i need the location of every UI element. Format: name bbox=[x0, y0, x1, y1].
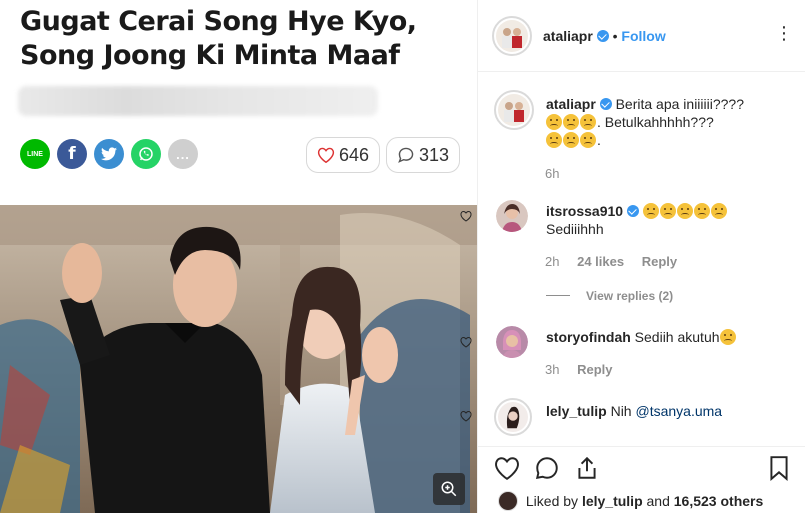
verified-icon bbox=[599, 98, 612, 110]
more-options-icon[interactable]: ⋮ bbox=[775, 24, 794, 42]
comments-count-value: 313 bbox=[418, 144, 450, 165]
twitter-share-icon bbox=[94, 139, 124, 169]
author-avatar[interactable] bbox=[492, 16, 532, 56]
comment-username[interactable]: lely_tulip bbox=[546, 403, 607, 419]
comment-body: Sediiihhh bbox=[546, 221, 604, 237]
photo-illustration bbox=[0, 205, 477, 513]
reply-button[interactable]: Reply bbox=[577, 362, 612, 377]
liked-by-prefix: Liked by bbox=[525, 493, 582, 509]
article-like-count: 646 bbox=[306, 137, 380, 173]
comment-time[interactable]: 2h bbox=[545, 254, 559, 269]
header-author-line: ataliapr • Follow bbox=[543, 28, 666, 44]
avatar-image bbox=[496, 200, 528, 232]
view-replies-label: View replies (2) bbox=[586, 289, 674, 303]
zoom-in-icon bbox=[441, 481, 457, 497]
crying-face-icon bbox=[676, 203, 693, 219]
caption-line-2: . Betulkahhhhh??? bbox=[597, 114, 714, 130]
comment-icon[interactable] bbox=[534, 455, 560, 481]
comment-username[interactable]: storyofindah bbox=[546, 329, 631, 345]
sad-face-icon bbox=[719, 329, 736, 345]
twitter-bird-icon bbox=[101, 147, 117, 161]
post-actions-bar: Liked by lely_tulip and 16,523 others bbox=[478, 446, 805, 513]
verified-icon bbox=[626, 205, 639, 217]
headline-line-2: Song Joong Ki Minta Maaf bbox=[20, 40, 400, 71]
header-username[interactable]: ataliapr bbox=[543, 28, 593, 44]
comment-text: storyofindah Sediih akutuh bbox=[546, 328, 778, 346]
caption-text: ataliapr Berita apa iniiiiii???? . Betul… bbox=[546, 95, 778, 149]
sad-face-icon bbox=[546, 114, 562, 130]
replies-divider bbox=[546, 295, 570, 296]
comment-bubble-icon bbox=[398, 147, 414, 163]
commenter-avatar[interactable] bbox=[496, 200, 528, 232]
crying-face-icon bbox=[693, 203, 710, 219]
comment-text: itsrossa910 Sediiihhh bbox=[546, 202, 778, 238]
avatar-image bbox=[496, 326, 528, 358]
article-headline: Gugat Cerai Song Hye Kyo, Song Joong Ki … bbox=[20, 5, 460, 73]
article-comment-count: 313 bbox=[386, 137, 460, 173]
blurred-byline bbox=[18, 86, 378, 116]
comment-likes[interactable]: 24 likes bbox=[577, 254, 624, 269]
caption-username[interactable]: ataliapr bbox=[546, 96, 596, 112]
liker-username[interactable]: lely_tulip bbox=[582, 493, 643, 509]
bookmark-icon[interactable] bbox=[768, 455, 790, 481]
comment-text: lely_tulip Nih @tsanya.uma bbox=[546, 402, 778, 420]
post-media: Gugat Cerai Song Hye Kyo, Song Joong Ki … bbox=[0, 0, 477, 513]
caption-line-1: Berita apa iniiiiii???? bbox=[615, 96, 745, 112]
headline-line-1: Gugat Cerai Song Hye Kyo, bbox=[20, 6, 417, 37]
caption-avatar[interactable] bbox=[494, 90, 534, 130]
commenter-avatar[interactable] bbox=[496, 326, 528, 358]
sad-face-icon bbox=[580, 114, 596, 130]
share-buttons: LINE f ... bbox=[20, 139, 198, 169]
verified-icon bbox=[596, 30, 609, 42]
comment-username[interactable]: itsrossa910 bbox=[546, 203, 623, 219]
sad-face-icon bbox=[546, 132, 562, 148]
share-icon[interactable] bbox=[574, 455, 600, 481]
liked-by-and: and bbox=[642, 493, 674, 509]
more-share-icon: ... bbox=[168, 139, 198, 169]
liker-avatar[interactable] bbox=[498, 491, 518, 511]
line-share-icon: LINE bbox=[20, 139, 50, 169]
couple-photo bbox=[0, 205, 477, 513]
comment-body: Sediih akutuh bbox=[634, 329, 720, 345]
view-replies-button[interactable]: View replies (2) bbox=[546, 289, 673, 303]
avatar-image bbox=[498, 94, 530, 126]
commenter-avatar[interactable] bbox=[494, 398, 532, 436]
facebook-share-icon: f bbox=[57, 139, 87, 169]
post-header: ataliapr • Follow ⋮ bbox=[478, 0, 805, 72]
avatar-image bbox=[498, 402, 528, 432]
sad-face-icon bbox=[563, 132, 579, 148]
like-comment-icon[interactable] bbox=[460, 336, 472, 348]
user-mention-link[interactable]: @tsanya.uma bbox=[635, 403, 722, 419]
like-comment-icon[interactable] bbox=[460, 210, 472, 222]
follow-button[interactable]: Follow bbox=[621, 28, 665, 44]
heart-outline-icon bbox=[317, 147, 335, 163]
caption-line-3: . bbox=[597, 132, 601, 148]
comment-meta: 2h 24 likes Reply bbox=[545, 254, 677, 269]
likes-count-value: 646 bbox=[338, 144, 370, 165]
sad-face-icon bbox=[580, 132, 596, 148]
crying-face-icon bbox=[710, 203, 727, 219]
crying-face-icon bbox=[642, 203, 659, 219]
comment-meta: 3h Reply bbox=[545, 362, 613, 377]
reply-button[interactable]: Reply bbox=[642, 254, 677, 269]
whatsapp-phone-icon bbox=[139, 147, 153, 161]
avatar-image bbox=[496, 20, 528, 52]
crying-face-icon bbox=[659, 203, 676, 219]
post-sidebar: ataliapr • Follow ⋮ ataliapr Berita apa … bbox=[460, 0, 805, 513]
comment-body: Nih bbox=[610, 403, 636, 419]
like-comment-icon[interactable] bbox=[460, 410, 472, 422]
liked-by-line: Liked by lely_tulip and 16,523 others bbox=[498, 491, 763, 511]
zoom-button[interactable] bbox=[433, 473, 465, 505]
sad-face-icon bbox=[563, 114, 579, 130]
comment-time[interactable]: 3h bbox=[545, 362, 559, 377]
caption-timestamp[interactable]: 6h bbox=[545, 166, 559, 181]
like-heart-icon[interactable] bbox=[494, 455, 520, 481]
others-count-link[interactable]: 16,523 others bbox=[674, 493, 764, 509]
whatsapp-share-icon bbox=[131, 139, 161, 169]
